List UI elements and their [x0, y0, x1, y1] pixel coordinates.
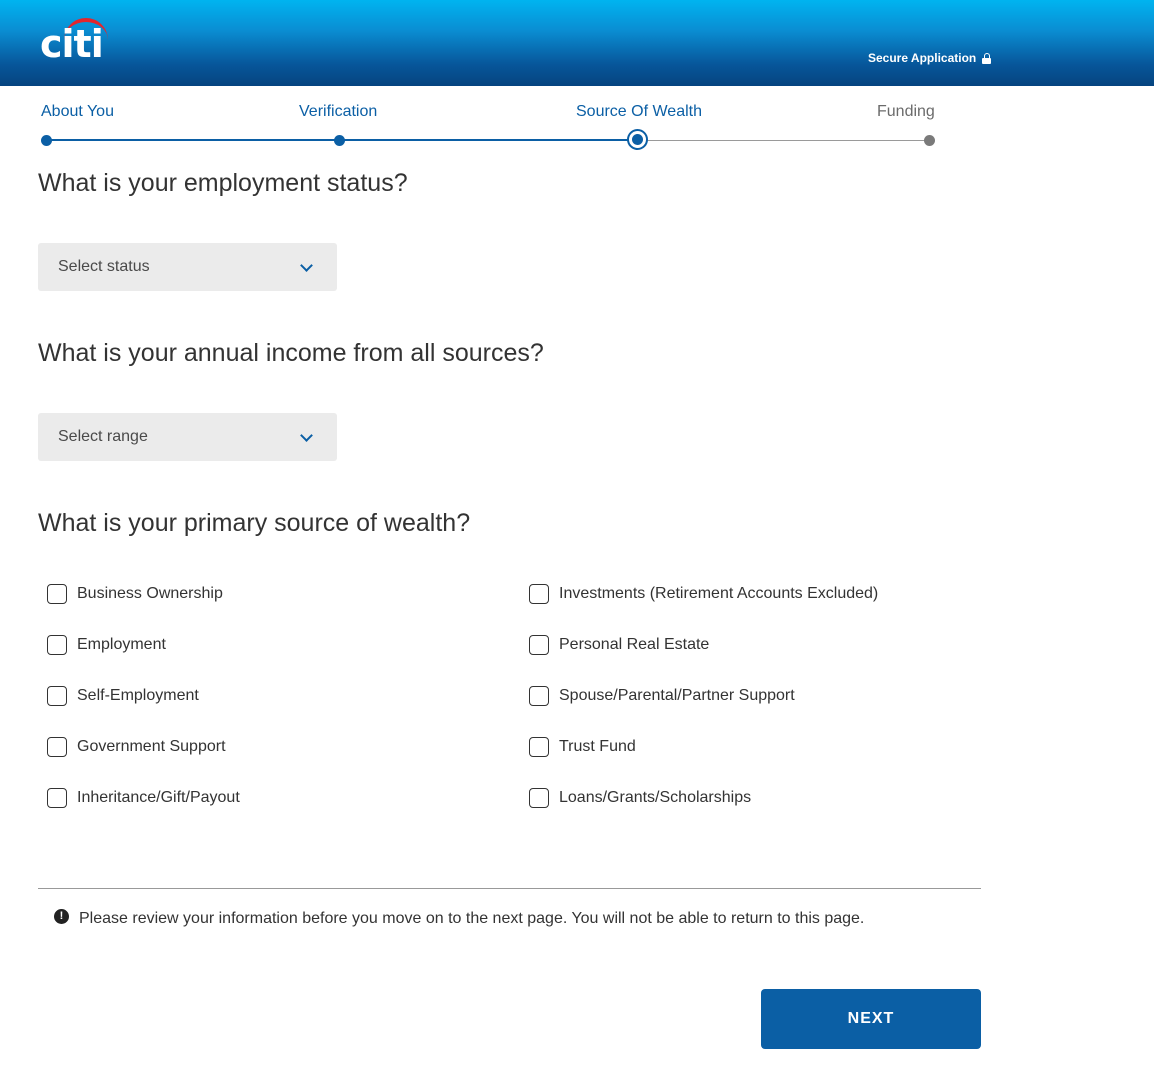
secure-application-label: Secure Application	[868, 51, 977, 65]
checkbox-label: Employment	[77, 636, 166, 653]
review-notice: ! Please review your information before …	[54, 905, 864, 928]
checkbox-box[interactable]	[47, 635, 67, 655]
step-dot-funding	[923, 134, 935, 146]
checkbox-personal-real-estate[interactable]: Personal Real Estate	[529, 634, 709, 656]
checkbox-label: Business Ownership	[77, 585, 223, 602]
secure-application-indicator: Secure Application	[868, 50, 992, 66]
checkbox-box[interactable]	[529, 788, 549, 808]
exclamation-icon: !	[54, 909, 69, 924]
checkbox-spouse-parental-partner-support[interactable]: Spouse/Parental/Partner Support	[529, 685, 795, 707]
step-dot-source-of-wealth	[627, 129, 648, 150]
checkbox-box[interactable]	[529, 635, 549, 655]
checkbox-label: Trust Fund	[559, 738, 636, 755]
checkbox-loans-grants-scholarships[interactable]: Loans/Grants/Scholarships	[529, 787, 751, 809]
lock-icon	[982, 52, 992, 64]
checkbox-box[interactable]	[47, 686, 67, 706]
annual-income-select[interactable]: Select range	[38, 413, 337, 461]
chevron-down-icon	[301, 261, 311, 271]
next-button[interactable]: NEXT	[761, 989, 981, 1049]
checkbox-label: Loans/Grants/Scholarships	[559, 789, 752, 806]
annual-income-placeholder: Select range	[58, 428, 148, 445]
chevron-down-icon	[301, 431, 311, 441]
checkbox-box[interactable]	[529, 686, 549, 706]
checkbox-investments[interactable]: Investments (Retirement Accounts Exclude…	[529, 583, 878, 605]
source-of-wealth-question: What is your primary source of wealth?	[38, 509, 471, 537]
checkbox-trust-fund[interactable]: Trust Fund	[529, 736, 636, 758]
checkbox-box[interactable]	[529, 737, 549, 757]
checkbox-government-support[interactable]: Government Support	[47, 736, 226, 758]
stepper-track-upcoming	[638, 139, 929, 141]
employment-status-select[interactable]: Select status	[38, 243, 337, 291]
step-about-you: About You	[41, 103, 114, 120]
checkbox-box[interactable]	[47, 737, 67, 757]
citi-logo[interactable]: citi	[40, 18, 110, 66]
checkbox-label: Inheritance/Gift/Payout	[77, 789, 240, 806]
review-notice-text: Please review your information before yo…	[79, 910, 865, 927]
checkbox-business-ownership[interactable]: Business Ownership	[47, 583, 223, 605]
step-verification: Verification	[299, 103, 378, 120]
employment-status-question: What is your employment status?	[38, 169, 408, 197]
checkbox-label: Personal Real Estate	[559, 636, 710, 653]
employment-status-placeholder: Select status	[58, 258, 150, 275]
checkbox-label: Spouse/Parental/Partner Support	[559, 687, 795, 704]
step-source-of-wealth: Source Of Wealth	[576, 103, 702, 120]
step-funding: Funding	[877, 103, 935, 120]
checkbox-employment[interactable]: Employment	[47, 634, 166, 656]
checkbox-label: Self-Employment	[77, 687, 199, 704]
checkbox-self-employment[interactable]: Self-Employment	[47, 685, 199, 707]
step-dot-about-you	[41, 134, 52, 146]
checkbox-box[interactable]	[47, 584, 67, 604]
checkbox-inheritance-gift-payout[interactable]: Inheritance/Gift/Payout	[47, 787, 240, 809]
header-bar: citi Secure Application	[0, 0, 1154, 86]
checkbox-box[interactable]	[47, 788, 67, 808]
citi-logo-text: citi	[40, 22, 104, 66]
step-dot-verification	[333, 134, 345, 146]
annual-income-question: What is your annual income from all sour…	[38, 339, 544, 367]
checkbox-box[interactable]	[529, 584, 549, 604]
section-divider	[38, 888, 981, 889]
checkbox-label: Investments (Retirement Accounts Exclude…	[559, 585, 879, 602]
checkbox-label: Government Support	[77, 738, 226, 755]
